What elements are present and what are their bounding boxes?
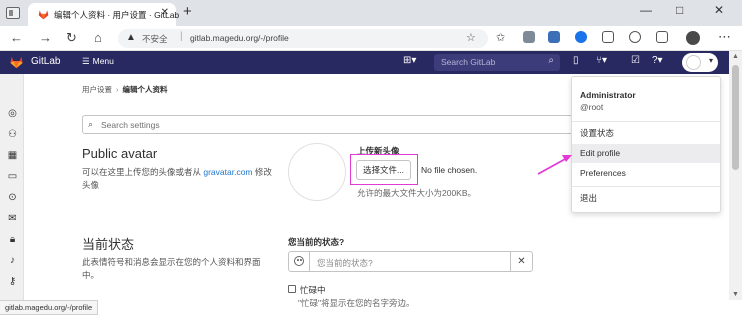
gitlab-logo-icon[interactable] — [9, 55, 24, 69]
breadcrumb-parent[interactable]: 用户设置 — [82, 85, 112, 94]
gitlab-search-input[interactable]: Search GitLab ⌕ — [434, 54, 560, 71]
breadcrumb-separator-icon: › — [116, 85, 119, 94]
status-input[interactable]: 您当前的状态? ✕ — [288, 251, 533, 272]
menu-label: Menu — [92, 56, 114, 66]
menu-item-preferences[interactable]: Preferences — [572, 164, 720, 183]
warning-icon: ▲ — [126, 32, 136, 43]
no-file-chosen-text: No file chosen. — [421, 165, 478, 175]
issues-icon[interactable]: ▯ — [573, 55, 579, 66]
busy-checkbox[interactable] — [288, 285, 296, 293]
menu-button[interactable]: ☰ Menu — [82, 56, 114, 67]
minimize-button[interactable]: — — [640, 3, 652, 17]
gravatar-link[interactable]: gravatar.com — [203, 167, 252, 177]
search-icon: ⌕ — [548, 55, 554, 66]
todos-icon[interactable]: ☑ — [631, 55, 640, 66]
address-bar[interactable]: ▲ 不安全 | gitlab.magedu.org/-/profile ☆ — [118, 29, 488, 48]
scrollbar-thumb[interactable] — [732, 65, 739, 170]
tab-close-icon[interactable]: ✕ — [161, 7, 169, 18]
sidebar: ◎ ⚇ ▦ ▭ ⊙ ✉ 🔒︎ ♪ ⚷ — [0, 74, 24, 300]
public-avatar-title: Public avatar — [82, 146, 158, 161]
busy-label: 忙碌中 — [300, 285, 326, 295]
star-icon[interactable]: ☆ — [466, 31, 476, 44]
hamburger-icon: ☰ — [82, 56, 90, 66]
account-icon[interactable]: ⚇ — [7, 129, 18, 140]
max-file-size-text: 允许的最大文件大小为200KB。 — [357, 188, 477, 198]
clear-status-button[interactable]: ✕ — [510, 252, 532, 271]
dropdown-divider — [572, 186, 720, 187]
gitlab-header: GitLab ☰ Menu ⊞▾ Search GitLab ⌕ ▯ ⑂▾ ☑ ?… — [0, 51, 729, 74]
profile-icon[interactable] — [686, 31, 700, 45]
public-avatar-description: 可以在这里上传您的头像或者从 gravatar.com 修改头像 — [82, 166, 272, 192]
access-tokens-icon[interactable]: ⊙ — [7, 192, 18, 203]
smiley-icon — [294, 256, 304, 266]
browser-status-bar: gitlab.magedu.org/-/profile — [0, 300, 99, 315]
create-new-icon[interactable]: ⊞▾ — [403, 55, 416, 66]
forward-arrow-icon[interactable]: → — [39, 30, 52, 46]
search-icon: ⌕ — [88, 119, 94, 129]
refresh-icon[interactable]: ↻ — [66, 30, 77, 46]
current-status-description: 此表情符号和消息会显示在您的个人资料和界面中。 — [82, 257, 261, 280]
user-menu-button[interactable]: ▾ — [682, 53, 718, 72]
emails-icon[interactable]: ✉ — [7, 213, 18, 224]
help-icon[interactable]: ?▾ — [652, 55, 663, 66]
url-separator: | — [180, 31, 183, 42]
emoji-picker-button[interactable] — [289, 252, 310, 271]
maximize-button[interactable]: □ — [676, 3, 683, 17]
search-placeholder: Search GitLab — [441, 57, 496, 67]
search-settings-placeholder: Search settings — [101, 120, 160, 130]
user-dropdown-menu: Administrator @root 设置状态 Edit profile Pr… — [571, 76, 721, 213]
avatar-desc-prefix: 可以在这里上传您的头像或者从 — [82, 167, 204, 177]
browser-tab-bar: 编辑个人资料 · 用户设置 · GitLab ✕ + — □ ✕ — [0, 0, 742, 26]
dropdown-divider — [572, 121, 720, 122]
breadcrumb: 用户设置 › 编辑个人资料 — [82, 84, 168, 95]
close-window-button[interactable]: ✕ — [714, 3, 724, 17]
notifications-icon[interactable]: ♪ — [7, 255, 18, 266]
busy-help-text: "忙碌"将显示在您的名字旁边。 — [298, 298, 415, 308]
more-icon[interactable]: ⋯ — [718, 29, 731, 45]
extension-icon[interactable] — [602, 31, 614, 43]
extension-icon[interactable] — [548, 31, 560, 43]
extension-icon[interactable] — [575, 31, 587, 43]
scroll-down-icon[interactable]: ▼ — [732, 291, 739, 298]
home-icon[interactable]: ⌂ — [94, 30, 102, 46]
menu-item-edit-profile[interactable]: Edit profile — [572, 144, 720, 163]
insecure-label: 不安全 — [142, 34, 168, 44]
extension-icon[interactable] — [523, 31, 535, 43]
applications-icon[interactable]: ▦ — [7, 150, 18, 161]
star-alt-icon[interactable]: ✩ — [496, 30, 505, 46]
status-placeholder: 您当前的状态? — [317, 258, 373, 268]
chat-icon[interactable]: ▭ — [7, 171, 18, 182]
dropdown-user-name: Administrator — [580, 90, 636, 100]
avatar — [686, 55, 701, 70]
profile-settings-icon[interactable]: ◎ — [7, 108, 18, 119]
merge-requests-icon[interactable]: ⑂▾ — [596, 55, 607, 66]
avatar-preview — [288, 143, 346, 201]
new-tab-button[interactable]: + — [183, 3, 192, 20]
annotation-highlight-box — [350, 154, 418, 185]
current-status-title: 当前状态 — [82, 237, 135, 252]
menu-item-set-status[interactable]: 设置状态 — [572, 124, 720, 143]
tab-actions-icon[interactable] — [6, 7, 20, 19]
browser-tab[interactable]: 编辑个人资料 · 用户设置 · GitLab ✕ — [28, 3, 179, 26]
password-icon[interactable]: 🔒︎ — [7, 234, 18, 245]
browser-toolbar: ← → ↻ ⌂ ▲ 不安全 | gitlab.magedu.org/-/prof… — [0, 26, 742, 51]
ssh-keys-icon[interactable]: ⚷ — [7, 276, 18, 287]
url-text: gitlab.magedu.org/-/profile — [190, 33, 289, 43]
extension-icon[interactable] — [656, 31, 668, 43]
page-scrollbar[interactable]: ▲ ▼ — [729, 51, 742, 300]
gitlab-brand[interactable]: GitLab — [31, 56, 60, 67]
dropdown-username: @root — [580, 102, 604, 112]
extension-icon[interactable] — [629, 31, 641, 43]
menu-item-sign-out[interactable]: 退出 — [572, 189, 720, 208]
back-arrow-icon[interactable]: ← — [10, 30, 23, 46]
scroll-up-icon[interactable]: ▲ — [732, 53, 739, 60]
breadcrumb-current[interactable]: 编辑个人资料 — [123, 85, 168, 94]
chevron-down-icon: ▾ — [708, 56, 713, 65]
gitlab-favicon-icon — [38, 10, 49, 20]
status-field-label: 您当前的状态? — [288, 237, 345, 247]
